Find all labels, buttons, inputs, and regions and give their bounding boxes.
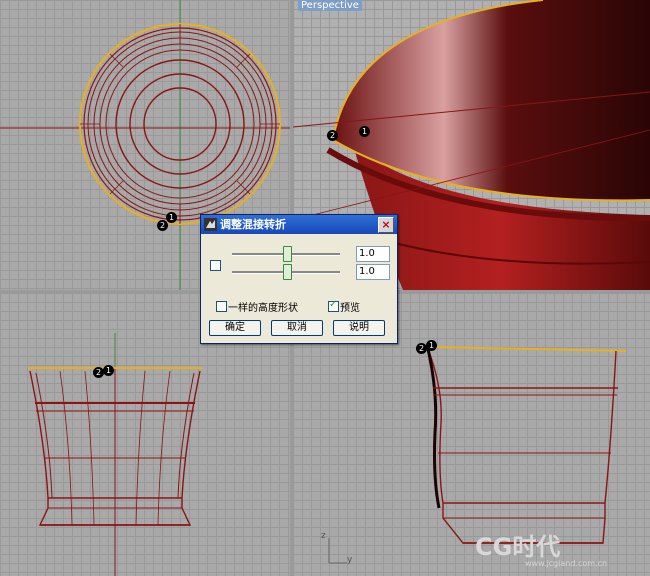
point-marker-1[interactable]: 1: [426, 340, 437, 351]
axis-label-z: z: [321, 531, 326, 541]
adjust-blend-dialog: 调整混接转折 × 1.0 1.0 一样的高度形状 预览 确定 取消 说明: [200, 214, 398, 344]
rhino-icon: [204, 218, 217, 231]
value2-input[interactable]: 1.0: [356, 264, 390, 280]
same-height-label: 一样的高度形状: [228, 303, 298, 314]
rim-highlight: [432, 346, 627, 352]
point-marker-1[interactable]: 1: [166, 212, 177, 223]
point-marker-2[interactable]: 2: [157, 220, 168, 231]
point-marker-2[interactable]: 2: [327, 130, 338, 141]
dialog-titlebar[interactable]: 调整混接转折 ×: [201, 215, 397, 234]
perspective-label[interactable]: Perspective: [298, 0, 362, 11]
dialog-title: 调整混接转折: [220, 218, 286, 231]
close-button[interactable]: ×: [378, 217, 394, 233]
cancel-button[interactable]: 取消: [271, 320, 323, 336]
preview-label: 预览: [340, 303, 360, 314]
slider2-thumb[interactable]: [282, 264, 292, 280]
axis-label-y: y: [347, 555, 353, 565]
watermark-url: www.jcgiand.com.cn: [525, 559, 608, 568]
point-marker-1[interactable]: 1: [103, 365, 114, 376]
point-marker-1[interactable]: 1: [359, 126, 370, 137]
close-icon: ×: [381, 218, 391, 231]
ok-button[interactable]: 确定: [209, 320, 261, 336]
slider1-thumb[interactable]: [282, 246, 292, 262]
same-height-checkbox[interactable]: [216, 301, 227, 312]
help-button[interactable]: 说明: [333, 320, 385, 336]
value1-input[interactable]: 1.0: [356, 246, 390, 262]
watermark-text: CG时代: [475, 533, 561, 561]
link-sliders-checkbox[interactable]: [210, 260, 221, 271]
preview-checkbox[interactable]: [328, 299, 339, 312]
cup-section-edge: [426, 348, 441, 509]
cup-profile: [427, 348, 617, 544]
